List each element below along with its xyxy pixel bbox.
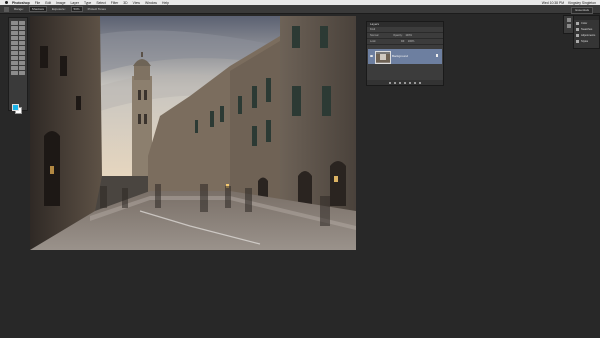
- tool-icon[interactable]: [11, 61, 18, 65]
- folder-icon[interactable]: [409, 81, 411, 84]
- options-bar: Range: Shadows Exposure: 50% Protect Ton…: [0, 5, 600, 14]
- tool-icon[interactable]: [18, 26, 25, 30]
- menu-help[interactable]: Help: [162, 1, 169, 5]
- tool-icon[interactable]: [18, 61, 25, 65]
- menu-window[interactable]: Window: [145, 1, 157, 5]
- tool-icon[interactable]: [11, 31, 18, 35]
- menu-3d[interactable]: 3D: [123, 1, 127, 5]
- mask-icon[interactable]: [399, 81, 401, 84]
- tool-icon[interactable]: [18, 66, 25, 70]
- adjustment-icon[interactable]: [404, 81, 406, 84]
- eye-icon[interactable]: [370, 55, 373, 57]
- fill-input[interactable]: 100%: [408, 40, 415, 43]
- tool-icon[interactable]: [11, 46, 18, 50]
- exposure-input[interactable]: 50%: [70, 6, 83, 12]
- tool-icon[interactable]: [18, 71, 25, 75]
- document-canvas[interactable]: [30, 16, 356, 250]
- dock-item-label: Swatches: [581, 27, 593, 31]
- move-tool-icon[interactable]: [4, 6, 9, 12]
- color-icon: [576, 21, 579, 25]
- lock-icon: [436, 54, 438, 57]
- tool-icon[interactable]: [18, 41, 25, 45]
- fill-label: Fill:: [400, 40, 405, 43]
- menu-layer[interactable]: Layer: [70, 1, 78, 5]
- dock-item-label: Color: [581, 21, 588, 25]
- tool-icon[interactable]: [18, 46, 25, 50]
- apple-icon[interactable]: [5, 1, 8, 4]
- adjustments-icon: [576, 33, 579, 37]
- user-name[interactable]: Kingsley Singleton: [568, 1, 596, 5]
- tool-icon[interactable]: [11, 56, 18, 60]
- trash-icon[interactable]: [419, 81, 421, 84]
- new-layer-icon[interactable]: [414, 81, 416, 84]
- menu-file[interactable]: File: [35, 1, 40, 5]
- menu-type[interactable]: Type: [84, 1, 91, 5]
- foreground-color-swatch[interactable]: [12, 104, 19, 111]
- clock: Wed 10:38 PM: [541, 0, 565, 5]
- dock-item-label: Adjustments: [581, 33, 596, 37]
- layer-row-background[interactable]: Background: [368, 49, 442, 64]
- workspace-switcher[interactable]: Essentials: [571, 6, 593, 14]
- right-panel-dock: Color Swatches Adjustments Styles: [573, 15, 600, 49]
- layer-thumbnail: [375, 51, 391, 64]
- tool-icon[interactable]: [18, 31, 25, 35]
- history-icon[interactable]: [566, 18, 571, 22]
- tool-icon[interactable]: [11, 36, 18, 40]
- layers-lock-row: Lock: Fill: 100%: [367, 39, 443, 45]
- tools-panel: [8, 17, 28, 114]
- styles-icon: [576, 39, 579, 43]
- tool-icon[interactable]: [11, 21, 18, 25]
- link-icon[interactable]: [389, 81, 391, 84]
- lock-label: Lock:: [370, 40, 377, 43]
- tool-icon[interactable]: [11, 71, 18, 75]
- properties-icon[interactable]: [566, 24, 571, 28]
- menu-view[interactable]: View: [133, 1, 140, 5]
- tool-icon[interactable]: [18, 21, 25, 25]
- tool-icon[interactable]: [11, 26, 18, 30]
- fx-icon[interactable]: [394, 81, 396, 84]
- menu-image[interactable]: Image: [56, 1, 65, 5]
- tool-icon[interactable]: [11, 66, 18, 70]
- tool-icon[interactable]: [11, 41, 18, 45]
- tool-icon[interactable]: [18, 51, 25, 55]
- swatches-icon: [576, 27, 579, 31]
- layers-panel-footer: [367, 80, 443, 85]
- tool-icon[interactable]: [18, 56, 25, 60]
- street-photo: [30, 16, 356, 250]
- exposure-label: Exposure:: [52, 7, 66, 11]
- layers-panel: Layers Kind Normal Opacity: 100% Lock: F…: [366, 21, 444, 86]
- opacity-input[interactable]: 100%: [405, 34, 412, 37]
- layer-name: Background: [392, 54, 409, 58]
- range-select[interactable]: Shadows: [28, 6, 48, 12]
- range-label: Range:: [14, 7, 24, 11]
- opacity-label: Opacity:: [393, 34, 403, 37]
- tool-icon[interactable]: [11, 51, 18, 55]
- menu-select[interactable]: Select: [96, 1, 105, 5]
- protect-tones-checkbox[interactable]: Protect Tones: [88, 7, 106, 11]
- menu-filter[interactable]: Filter: [111, 1, 119, 5]
- menu-edit[interactable]: Edit: [45, 1, 51, 5]
- menu-app-name[interactable]: Photoshop: [12, 1, 30, 5]
- dock-item-label: Styles: [581, 39, 589, 43]
- tool-icon[interactable]: [18, 36, 25, 40]
- dock-item-styles[interactable]: Styles: [574, 38, 599, 44]
- blend-mode-select[interactable]: Normal: [370, 34, 378, 37]
